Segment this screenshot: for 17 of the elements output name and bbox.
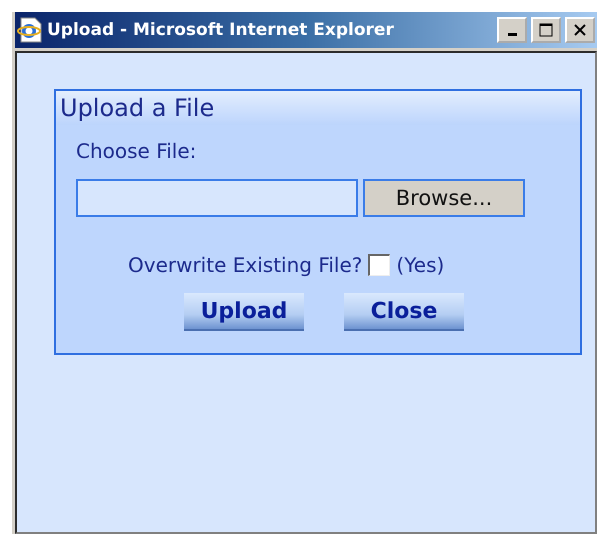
minimize-button[interactable] — [497, 17, 527, 43]
browser-icon — [17, 16, 43, 44]
upload-button[interactable]: Upload — [184, 293, 304, 331]
maximize-button[interactable] — [531, 17, 561, 43]
yes-label: (Yes) — [396, 253, 444, 277]
panel-title: Upload a File — [60, 94, 214, 122]
close-button[interactable] — [565, 17, 595, 43]
file-field[interactable] — [76, 179, 358, 217]
close-icon — [573, 23, 587, 37]
browse-button[interactable]: Browse... — [363, 179, 525, 217]
minimize-icon — [508, 33, 516, 36]
window-title: Upload - Microsoft Internet Explorer — [47, 20, 395, 40]
file-label: Choose File: — [76, 139, 198, 163]
overwrite-checkbox[interactable] — [368, 254, 390, 276]
close-dialog-button[interactable]: Close — [344, 293, 464, 331]
overwrite-label: Overwrite Existing File? — [128, 253, 362, 277]
maximize-icon — [539, 23, 553, 37]
